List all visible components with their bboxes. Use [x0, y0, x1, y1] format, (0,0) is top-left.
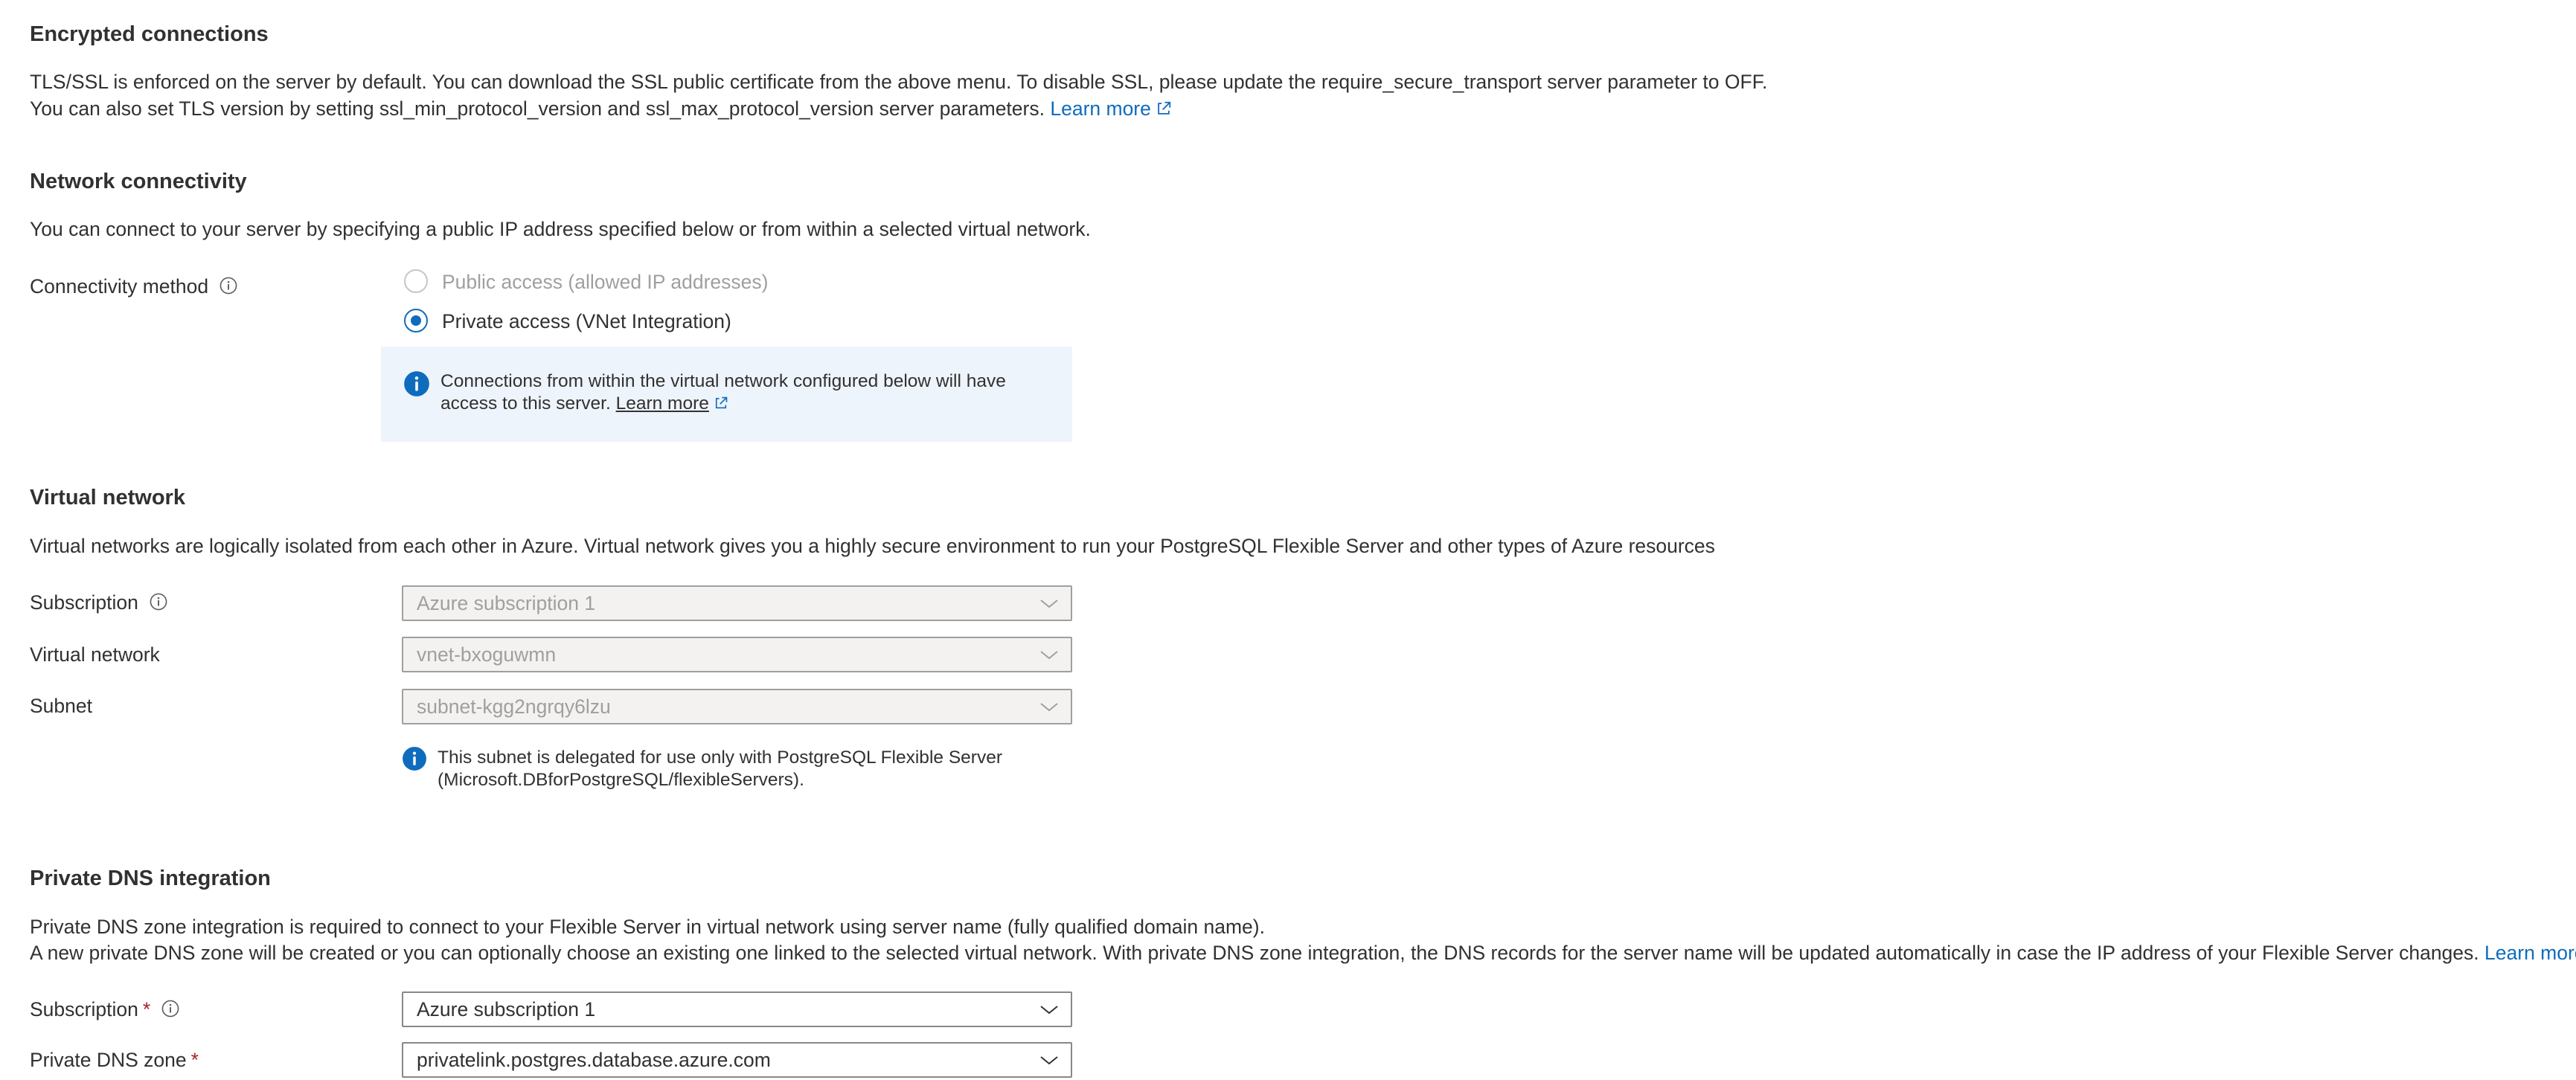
- subnet-dropdown[interactable]: subnet-kgg2ngrqy6lzu: [402, 689, 1072, 724]
- info-filled-icon: [404, 371, 429, 396]
- dns-subscription-dropdown[interactable]: Azure subscription 1: [402, 991, 1072, 1027]
- dns-subscription-label-text: Subscription: [30, 998, 138, 1020]
- subnet-info-line-2: (Microsoft.DBforPostgreSQL/flexibleServe…: [438, 770, 804, 790]
- vnet-subscription-value: Azure subscription 1: [417, 592, 596, 614]
- private-access-info-bar: Connections from within the virtual netw…: [381, 347, 1072, 442]
- connectivity-method-label-text: Connectivity method: [30, 275, 209, 298]
- virtual-network-description: Virtual networks are logically isolated …: [30, 535, 1715, 557]
- network-connectivity-heading: Network connectivity: [30, 170, 247, 193]
- encrypted-learn-more-label[interactable]: Learn more: [1050, 97, 1151, 120]
- encrypted-learn-more-link[interactable]: Learn more: [1050, 97, 1172, 120]
- chevron-down-icon: [1040, 600, 1058, 608]
- chevron-down-icon: [1040, 703, 1058, 712]
- subnet-info-text: This subnet is delegated for use only wi…: [438, 747, 1002, 791]
- info-learn-more-link[interactable]: Learn more: [616, 393, 709, 414]
- private-dns-zone-dropdown[interactable]: privatelink.postgres.database.azure.com: [402, 1042, 1072, 1078]
- external-link-icon: [715, 396, 728, 409]
- dns-line-2: A new private DNS zone will be created o…: [30, 939, 2576, 966]
- subnet-value: subnet-kgg2ngrqy6lzu: [417, 695, 611, 718]
- encrypted-line-2-text: You can also set TLS version by setting …: [30, 97, 1045, 120]
- connectivity-method-label: Connectivity method: [30, 275, 238, 298]
- encrypted-line-1: TLS/SSL is enforced on the server by def…: [30, 71, 1768, 93]
- info-icon[interactable]: [161, 999, 180, 1018]
- dns-learn-more-label[interactable]: Learn more: [2484, 942, 2576, 964]
- chevron-down-icon: [1040, 651, 1058, 660]
- virtual-network-label: Virtual network: [30, 643, 160, 666]
- vnet-subscription-label-text: Subscription: [30, 591, 138, 614]
- external-link-icon: [1158, 101, 1171, 115]
- network-description: You can connect to your server by specif…: [30, 218, 1091, 240]
- private-dns-zone-label-text: Private DNS zone: [30, 1049, 187, 1071]
- dns-subscription-value: Azure subscription 1: [417, 998, 596, 1020]
- public-access-label[interactable]: Public access (allowed IP addresses): [442, 271, 768, 294]
- chevron-down-icon: [1040, 1006, 1058, 1015]
- private-access-label[interactable]: Private access (VNet Integration): [442, 310, 731, 333]
- private-access-radio[interactable]: [404, 309, 428, 332]
- private-dns-heading: Private DNS integration: [30, 867, 271, 890]
- required-marker: *: [190, 1049, 199, 1071]
- virtual-network-dropdown[interactable]: vnet-bxoguwmn: [402, 637, 1072, 672]
- subnet-info-line-1: This subnet is delegated for use only wi…: [438, 748, 1002, 768]
- info-learn-more-label[interactable]: Learn more: [616, 393, 709, 414]
- encrypted-connections-heading: Encrypted connections: [30, 22, 269, 46]
- info-icon[interactable]: [149, 592, 168, 611]
- dns-line-1: Private DNS zone integration is required…: [30, 916, 1265, 938]
- virtual-network-heading: Virtual network: [30, 486, 185, 510]
- info-line-2: access to this server. Learn more: [440, 393, 1006, 415]
- info-line-1: Connections from within the virtual netw…: [440, 371, 1006, 391]
- vnet-subscription-label: Subscription: [30, 591, 168, 614]
- private-dns-zone-label: Private DNS zone *: [30, 1049, 199, 1072]
- info-icon[interactable]: [219, 276, 238, 295]
- public-access-radio[interactable]: [404, 269, 428, 293]
- encrypted-line-2: You can also set TLS version by setting …: [30, 95, 1172, 122]
- dns-subscription-label: Subscription *: [30, 998, 180, 1021]
- chevron-down-icon: [1040, 1056, 1058, 1065]
- dns-learn-more-link[interactable]: Learn more: [2484, 942, 2576, 964]
- private-dns-zone-value: privatelink.postgres.database.azure.com: [417, 1049, 771, 1071]
- dns-line-2-text: A new private DNS zone will be created o…: [30, 942, 2479, 964]
- subnet-label: Subnet: [30, 695, 92, 717]
- virtual-network-value: vnet-bxoguwmn: [417, 643, 557, 666]
- vnet-subscription-dropdown[interactable]: Azure subscription 1: [402, 585, 1072, 621]
- info-filled-icon: [403, 747, 426, 771]
- private-access-info-text: Connections from within the virtual netw…: [440, 370, 1006, 415]
- required-marker: *: [142, 998, 151, 1020]
- info-line-2-text: access to this server.: [440, 393, 611, 414]
